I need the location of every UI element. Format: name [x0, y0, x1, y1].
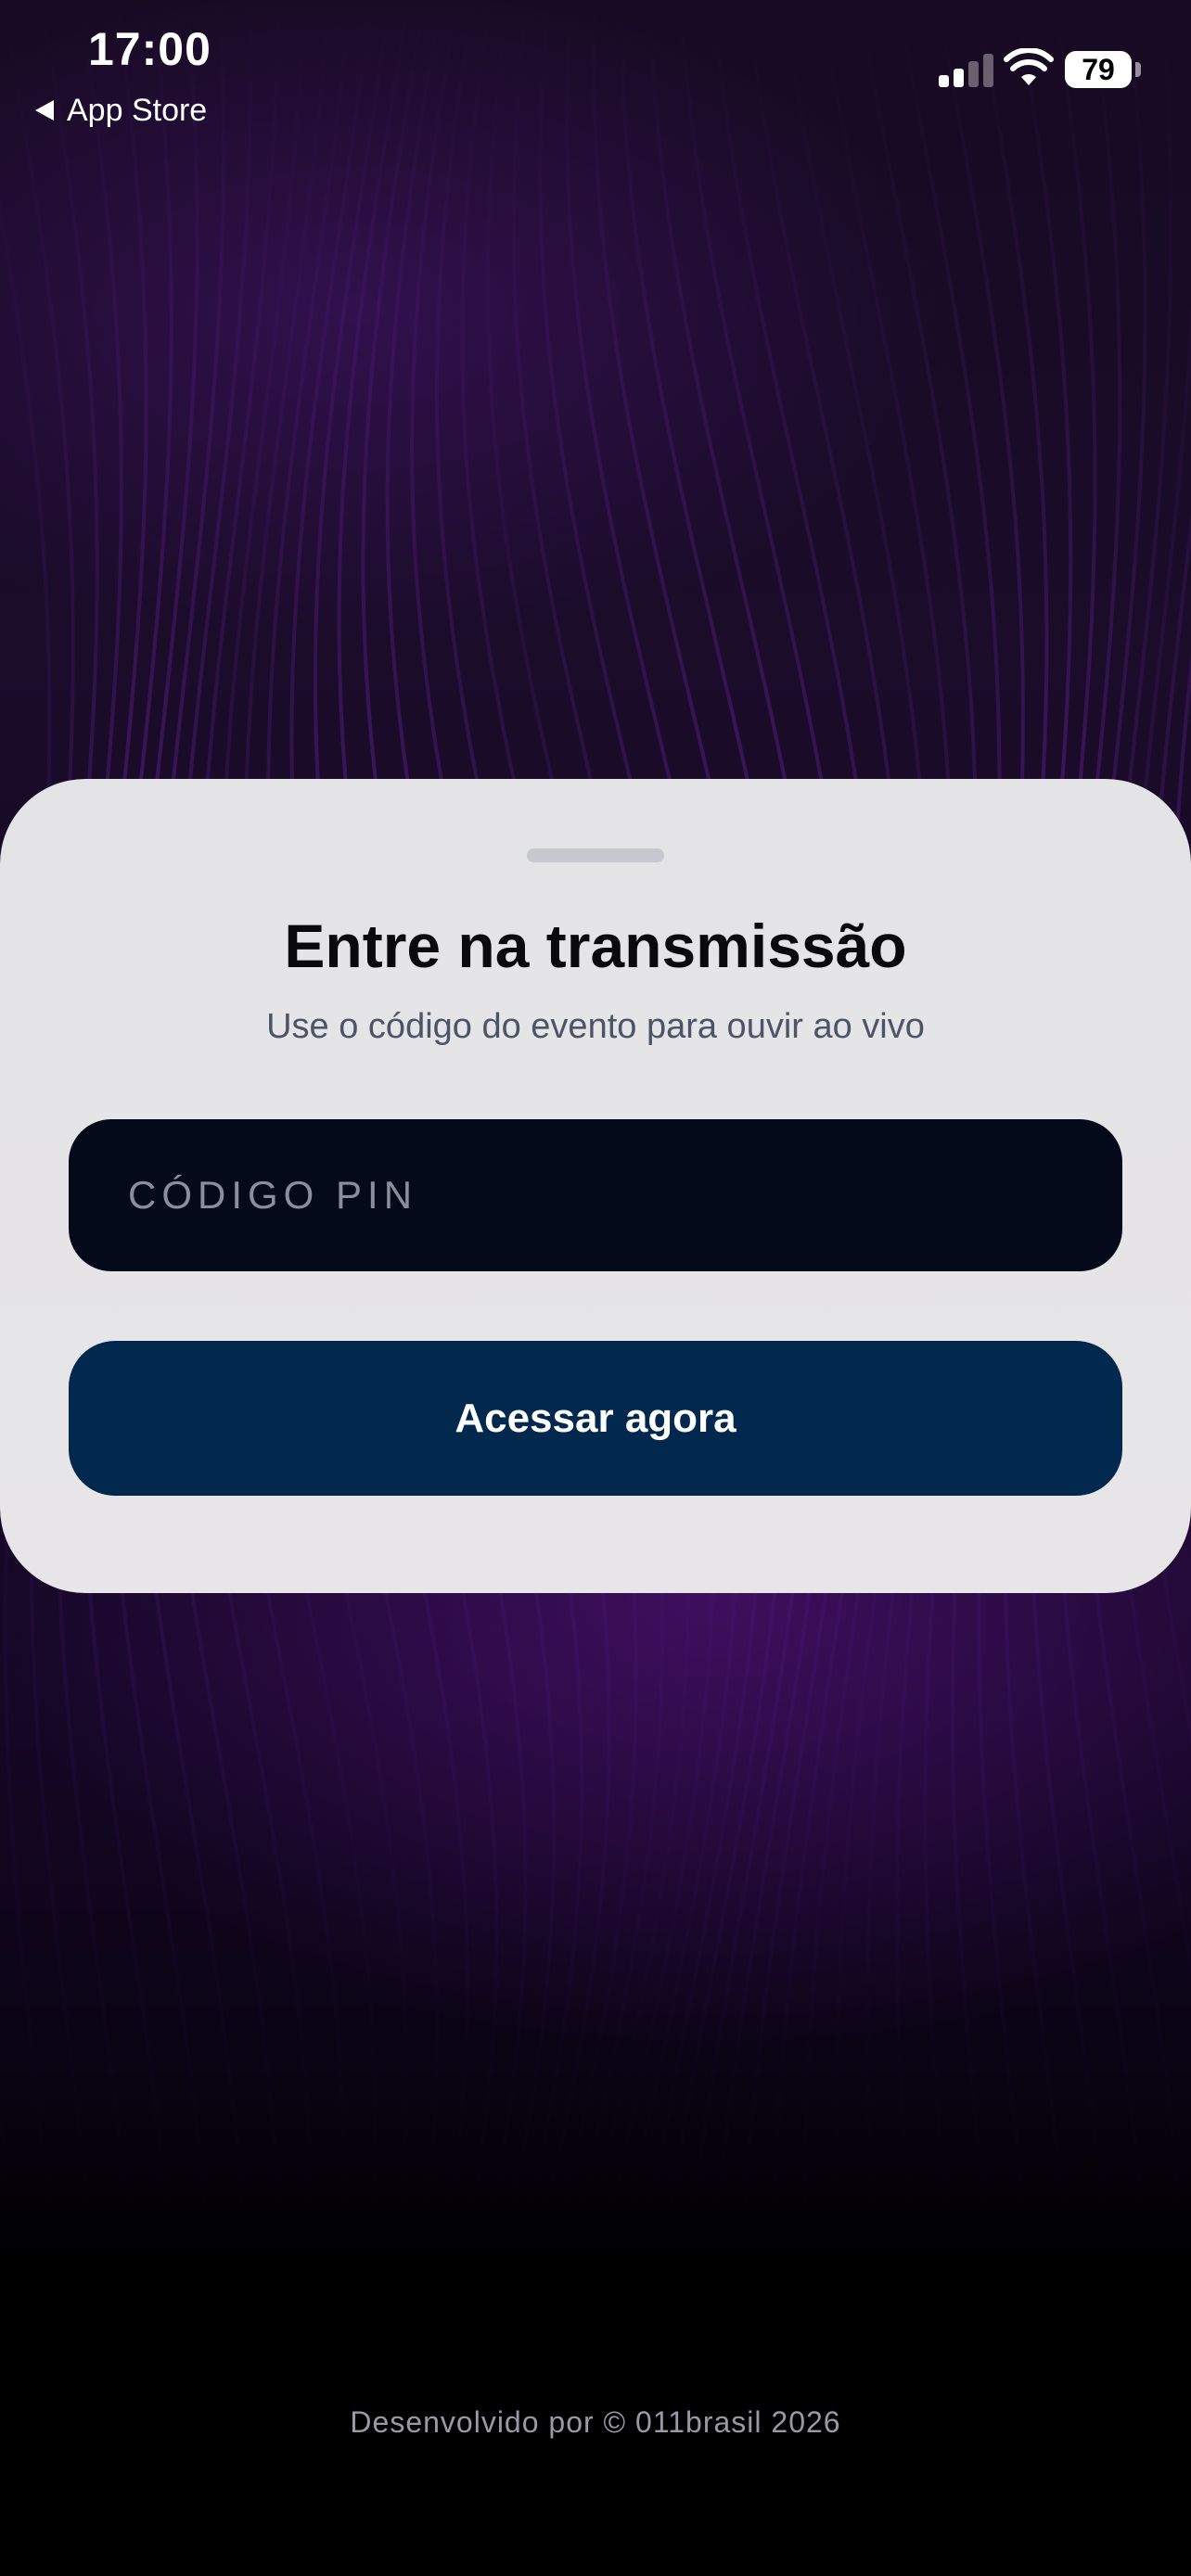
access-now-button[interactable]: Acessar agora [69, 1341, 1122, 1496]
status-time: 17:00 [88, 23, 211, 75]
sheet-grabber[interactable] [527, 848, 664, 862]
wifi-icon [1004, 48, 1054, 85]
battery-level: 79 [1082, 52, 1115, 86]
app-screen: 17:00 App Store 79 Entre na transmissão … [0, 0, 1191, 2576]
back-arrow-icon [35, 100, 54, 121]
battery-nub [1135, 62, 1141, 77]
cellular-signal-icon [939, 54, 994, 87]
sheet-title: Entre na transmissão [284, 912, 907, 980]
battery-icon: 79 [1065, 51, 1132, 88]
back-to-app-store-link[interactable]: App Store [35, 89, 207, 132]
back-label: App Store [67, 92, 208, 128]
sheet-subtitle: Use o código do evento para ouvir ao viv… [266, 1007, 925, 1046]
footer-credit: Desenvolvido por © 011brasil 2026 [350, 2405, 841, 2439]
pin-code-input[interactable] [69, 1119, 1122, 1271]
